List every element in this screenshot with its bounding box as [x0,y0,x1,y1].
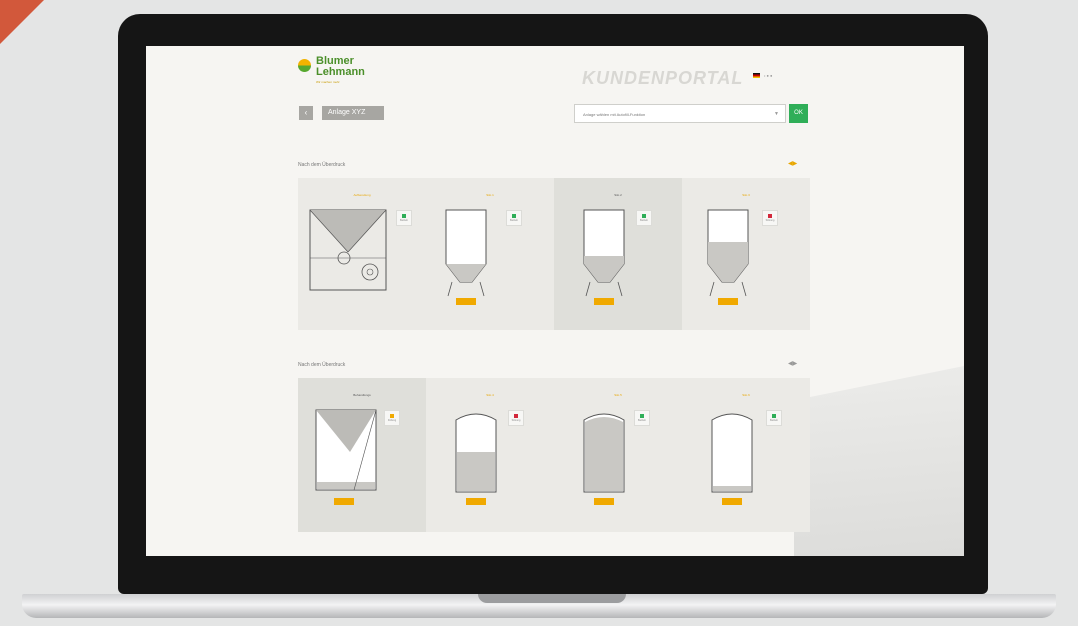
unit-label: Silo 2 [614,193,622,197]
status-label: Betrieb [638,419,646,422]
status-label: Füllung [387,419,397,422]
section-title-2: Nach dem Überdruck [298,362,346,368]
status-indicator: Füllung [384,410,400,426]
unit-label: Silo 6 [742,393,750,397]
status-label: Störung [511,419,521,422]
silo-icon [711,413,753,493]
section-title-1: Nach dem Überdruck [298,162,346,168]
quantity-badge [334,498,354,505]
silo-icon [455,413,497,493]
bunker-icon [315,409,377,491]
quantity-badge [456,298,476,305]
logo-subtitle: Wir machen mehr [316,80,340,84]
unit-label: Silo 5 [614,393,622,397]
status-indicator: Betrieb [396,210,412,226]
unit-card[interactable]: Aufbereitung Betrieb [298,178,426,330]
portal-screen: Blumer Lehmann Wir machen mehr KUNDENPOR… [146,46,964,556]
plant-select[interactable]: Anlage wählen mit Autofill-Funktion ▼ [574,104,786,123]
quantity-badge [718,298,738,305]
status-label: Betrieb [770,419,778,422]
go-button[interactable]: OK [789,104,808,123]
unit-label: Silo 4 [486,393,494,397]
silo-icon [707,209,749,297]
unit-card[interactable]: Silo 2 Betrieb [554,178,682,330]
quantity-badge [466,498,486,505]
status-indicator: Betrieb [766,410,782,426]
status-label: Betrieb [640,219,648,222]
unit-card[interactable]: Silo 6 Betrieb [682,378,810,532]
silo-panel-1: Aufbereitung Betrieb Silo 1 Betrieb Silo… [298,178,810,330]
logo-line-2: Lehmann [316,66,365,78]
laptop-notch [478,594,626,603]
unit-card[interactable]: Behandlungs Füllung [298,378,426,532]
status-label: Betrieb [510,219,518,222]
unit-label: Aufbereitung [353,193,371,197]
section-1-nav-arrows[interactable]: ◀▶ [788,160,797,167]
chevron-down-icon[interactable]: ▼ [774,111,779,117]
status-label: Betrieb [400,219,408,222]
logo-sun-icon [298,59,311,72]
silo-icon [583,209,625,297]
plant-select-value: Anlage wählen mit Autofill-Funktion [583,112,646,117]
quantity-badge [594,298,614,305]
status-indicator: Störung [762,210,778,226]
status-label: Störung [765,219,775,222]
silo-icon [583,413,625,493]
status-indicator: Betrieb [506,210,522,226]
unit-label: Silo 1 [486,193,494,197]
mixer-icon [309,209,387,291]
german-flag-icon[interactable] [753,73,760,78]
section-2-nav-arrows[interactable]: ◀▶ [788,360,797,367]
background-wedge [794,366,964,556]
unit-label: Behandlungs [353,393,371,397]
status-indicator: Betrieb [636,210,652,226]
quantity-badge [594,498,614,505]
page-title: KUNDENPORTAL [582,68,744,88]
quantity-badge [722,498,742,505]
unit-card[interactable]: Silo 4 Störung [426,378,554,532]
silo-panel-2: Behandlungs Füllung Silo 4 Störung Silo … [298,378,810,532]
back-button[interactable]: ‹ [299,106,313,120]
status-indicator: Störung [508,410,524,426]
status-indicator: Betrieb [634,410,650,426]
language-switch[interactable]: • ● ● [764,73,772,78]
plant-name-button[interactable]: Anlage XYZ [322,106,384,120]
unit-card[interactable]: Silo 1 Betrieb [426,178,554,330]
corner-decoration [0,0,44,44]
silo-icon [445,209,487,297]
unit-label: Silo 3 [742,193,750,197]
company-logo[interactable]: Blumer Lehmann Wir machen mehr [298,56,365,84]
unit-card[interactable]: Silo 3 Störung [682,178,810,330]
unit-card[interactable]: Silo 5 Betrieb [554,378,682,532]
